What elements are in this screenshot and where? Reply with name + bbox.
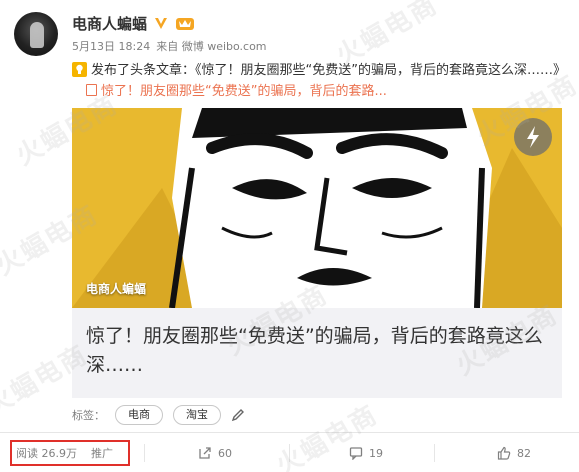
action-separator	[144, 444, 145, 462]
reads-highlight-box: 阅读 26.9万 推广	[10, 440, 130, 466]
tags-label: 标签：	[72, 409, 105, 422]
weibo-post: 电商人蝙蝠 5月13日 18:24 来自 微博 weibo.com 发布了头条文…	[0, 0, 579, 472]
like-count: 82	[517, 446, 531, 460]
comment-count: 19	[369, 446, 383, 460]
author-row: 电商人蝙蝠	[72, 12, 195, 34]
action-separator	[289, 444, 290, 462]
article-link[interactable]: 惊了！朋友圈那些“免费送”的骗局，背后的套路...	[86, 84, 387, 99]
author-name[interactable]: 电商人蝙蝠	[72, 13, 147, 34]
comment-button[interactable]: 19	[349, 446, 383, 460]
tags-row: 标签： 电商 淘宝	[72, 404, 245, 426]
lightbulb-icon	[72, 62, 87, 77]
cover-caption: 电商人蝙蝠	[86, 282, 147, 296]
post-source[interactable]: 来自 微博 weibo.com	[156, 38, 266, 54]
action-divider	[0, 432, 579, 433]
thumbs-up-icon	[497, 446, 511, 460]
article-cover-image[interactable]: 电商人蝙蝠	[72, 108, 562, 308]
action-bar: 阅读 26.9万 推广 60 19 82	[0, 440, 579, 470]
edit-pencil-icon[interactable]	[231, 408, 245, 422]
action-separator	[434, 444, 435, 462]
like-button[interactable]: 82	[497, 446, 531, 460]
cover-illustration	[72, 108, 562, 308]
tag-taobao[interactable]: 淘宝	[173, 405, 221, 425]
verified-v-icon[interactable]	[153, 15, 169, 31]
read-count: 阅读 26.9万	[16, 447, 77, 460]
repost-button[interactable]: 60	[198, 446, 232, 460]
post-meta: 5月13日 18:24 来自 微博 weibo.com	[72, 38, 267, 54]
article-link-text[interactable]: 惊了！朋友圈那些“免费送”的骗局，背后的套路...	[101, 84, 387, 99]
tag-ecommerce[interactable]: 电商	[115, 405, 163, 425]
article-doc-icon	[86, 84, 97, 96]
post-date[interactable]: 5月13日 18:24	[72, 38, 150, 54]
repost-count: 60	[218, 446, 232, 460]
promote-link[interactable]: 推广	[91, 445, 113, 461]
article-card[interactable]: 电商人蝙蝠 惊了！朋友圈那些“免费送”的骗局，背后的套路竟这么深……	[72, 108, 562, 398]
article-card-title[interactable]: 惊了！朋友圈那些“免费送”的骗局，背后的套路竟这么深……	[86, 322, 556, 380]
vip-crown-icon[interactable]	[175, 15, 195, 31]
headline-text: 《惊了！朋友圈那些“免费送”的骗局，背后的套路竟这么深……》	[195, 63, 566, 78]
comment-icon	[349, 447, 363, 460]
avatar[interactable]	[14, 12, 58, 56]
repost-icon	[199, 447, 211, 459]
headline-prefix: 发布了头条文章：	[91, 63, 196, 78]
lightning-play-icon[interactable]	[514, 118, 552, 156]
headline: 发布了头条文章：《惊了！朋友圈那些“免费送”的骗局，背后的套路竟这么深……》 惊…	[72, 60, 572, 102]
avatar-figure	[30, 22, 44, 48]
